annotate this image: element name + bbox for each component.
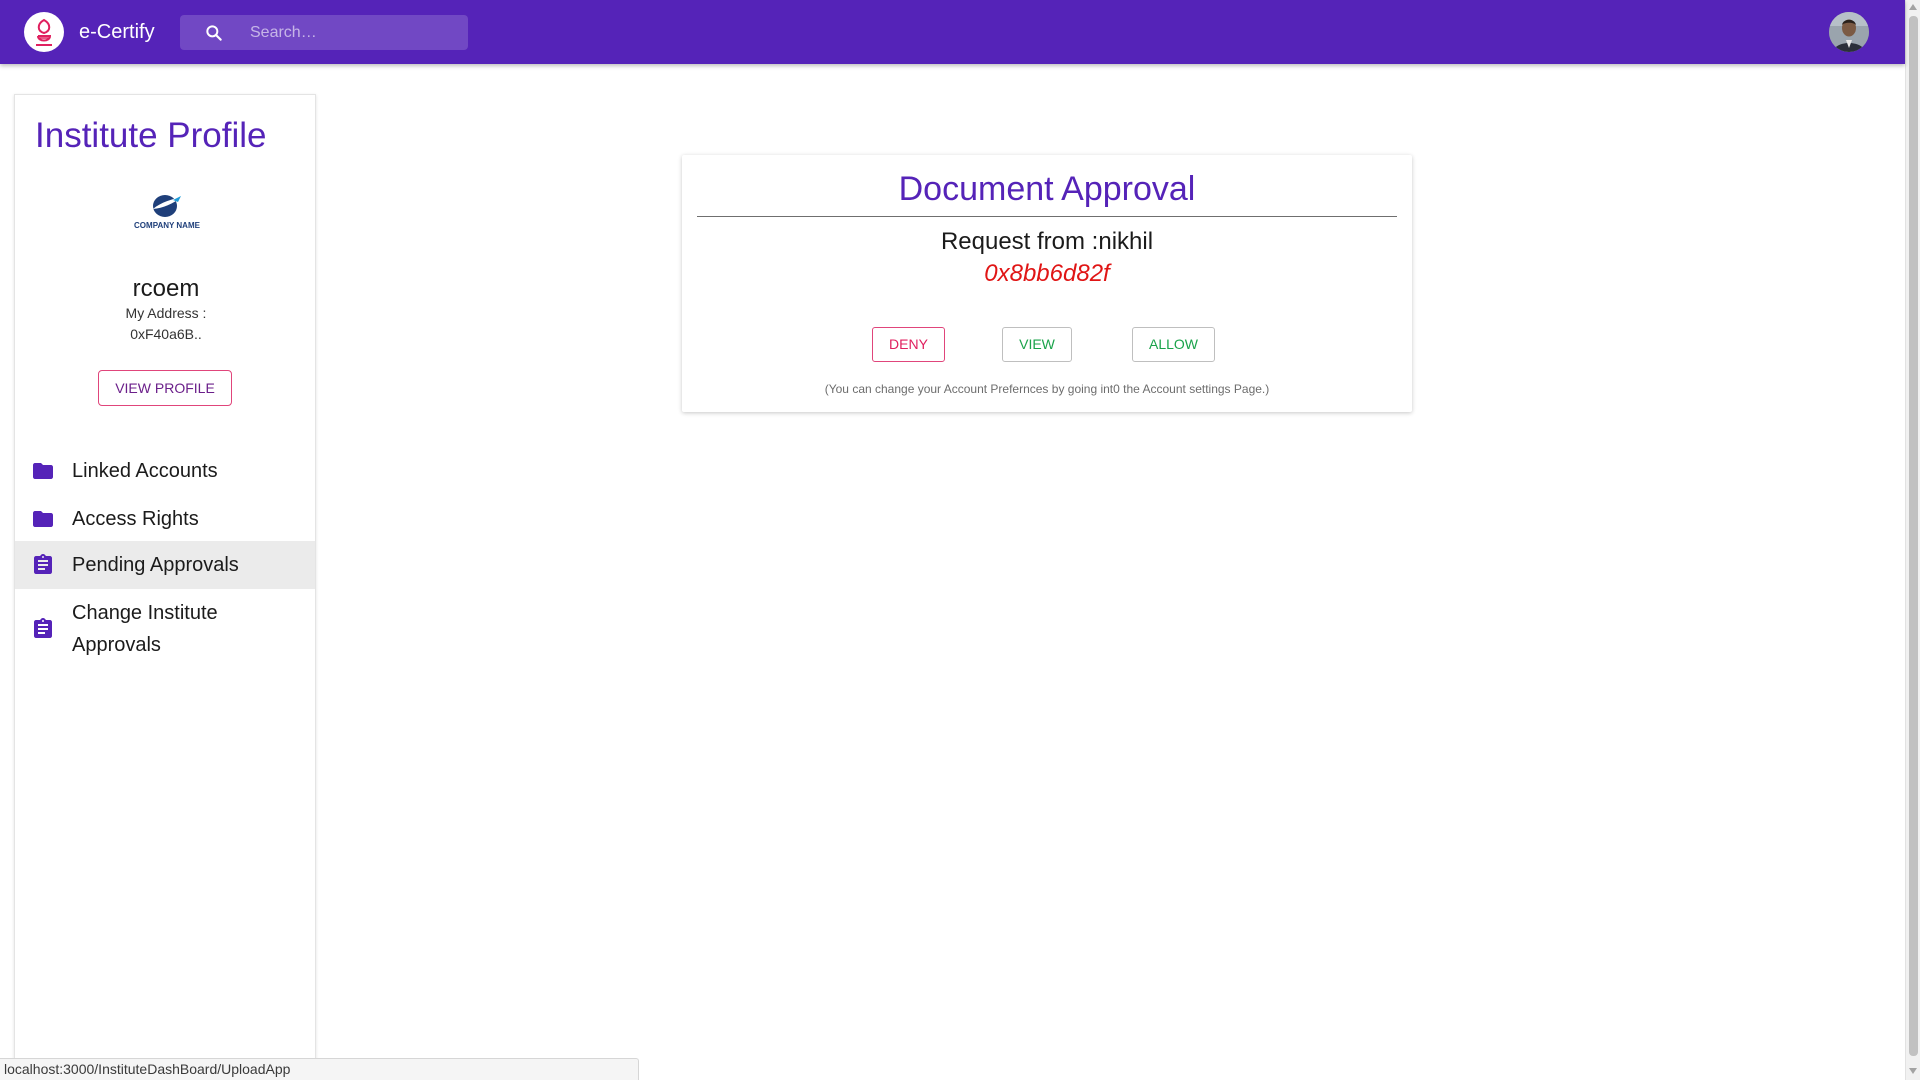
clipboard-icon	[34, 554, 52, 574]
card-divider	[697, 216, 1397, 217]
card-title: Document Approval	[898, 170, 1196, 208]
folder-icon	[33, 511, 53, 527]
address-value: 0xF40a6B..	[130, 326, 202, 342]
sidebar-item-pending-approvals[interactable]: Pending Approvals	[15, 541, 315, 589]
request-hash: 0x8bb6d82f	[984, 260, 1110, 287]
e-certify-logo-icon[interactable]	[24, 12, 64, 52]
page-scrollbar[interactable]	[1905, 0, 1920, 1080]
search-input[interactable]	[250, 15, 460, 50]
view-profile-button[interactable]: VIEW PROFILE	[98, 370, 232, 406]
search-icon	[206, 25, 222, 41]
folder-icon	[33, 463, 53, 479]
scroll-up-arrow-icon[interactable]	[1909, 4, 1917, 10]
sidebar-item-label: Change Institute Approvals	[72, 602, 218, 656]
company-logo-icon: COMPANY NAME	[127, 191, 207, 241]
address-label: My Address :	[125, 305, 207, 321]
search-bar[interactable]	[180, 15, 468, 50]
allow-button[interactable]: ALLOW	[1132, 327, 1215, 362]
company-logo-text: COMPANY NAME	[134, 221, 200, 230]
user-avatar[interactable]	[1829, 12, 1869, 52]
sidebar-item-label: Pending Approvals	[72, 554, 239, 576]
request-from-text: Request from :nikhil	[940, 228, 1154, 255]
view-button[interactable]: VIEW	[1002, 327, 1072, 362]
browser-status-url: localhost:3000/InstituteDashBoard/Upload…	[0, 1058, 639, 1080]
sidebar-item-linked-accounts[interactable]: Linked Accounts	[15, 447, 315, 495]
sidebar-item-change-institute-approvals[interactable]: Change Institute Approvals	[15, 589, 315, 669]
institute-sidebar: Institute Profile COMPANY NAME rcoem My …	[14, 94, 316, 1080]
scrollbar-thumb[interactable]	[1909, 16, 1918, 1056]
scroll-down-arrow-icon[interactable]	[1909, 1068, 1917, 1074]
document-approval-card: Document Approval Request from :nikhil 0…	[682, 155, 1412, 412]
clipboard-icon	[34, 618, 52, 638]
app-brand-name: e-Certify	[79, 21, 155, 43]
sidebar-item-label: Access Rights	[72, 508, 199, 530]
sidebar-title: Institute Profile	[35, 116, 267, 155]
account-preferences-note: (You can change your Account Prefernces …	[824, 382, 1270, 396]
deny-button[interactable]: DENY	[872, 327, 945, 362]
institute-name: rcoem	[132, 275, 200, 302]
sidebar-item-access-rights[interactable]: Access Rights	[15, 495, 315, 543]
sidebar-item-label: Linked Accounts	[72, 460, 218, 482]
app-bar: e-Certify	[0, 0, 1905, 64]
